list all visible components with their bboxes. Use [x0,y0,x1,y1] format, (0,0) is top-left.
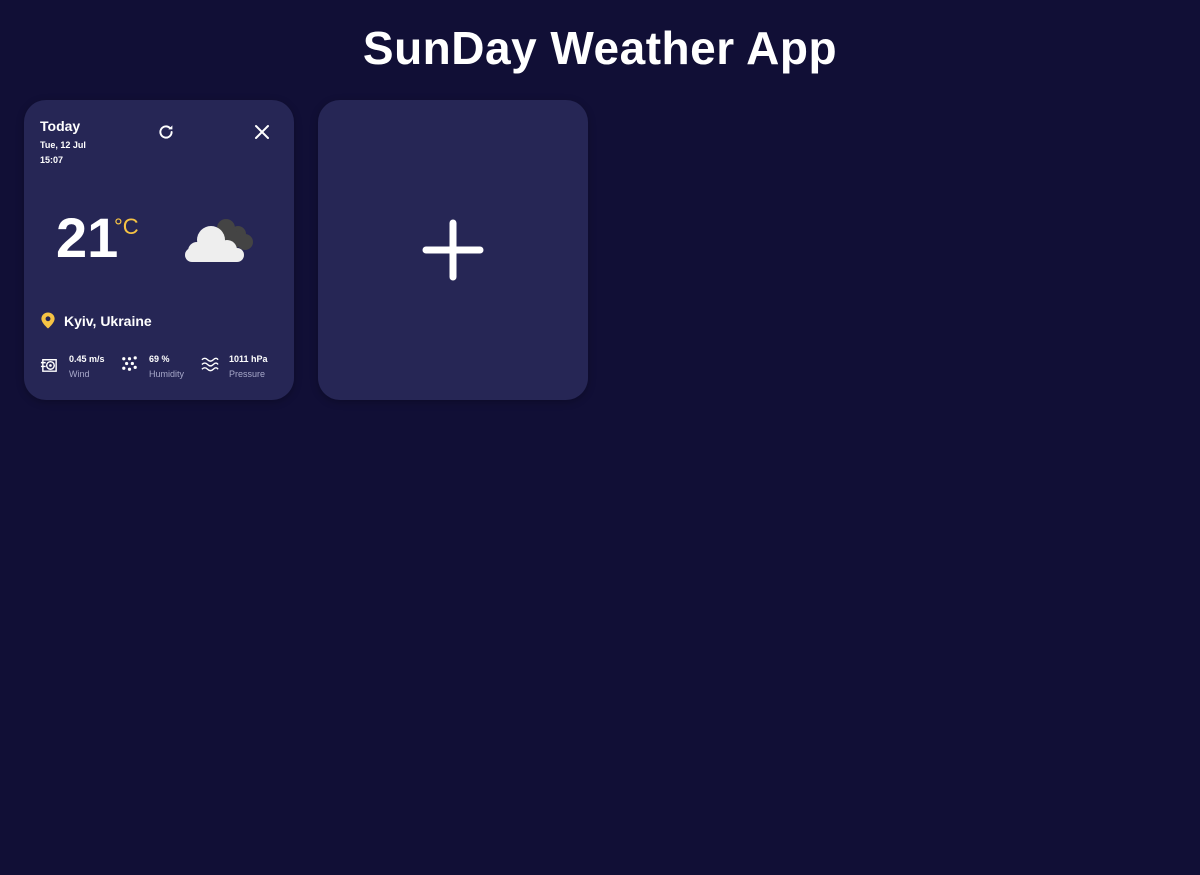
refresh-icon [159,125,173,139]
humidity-stat: 69 % Humidity [120,354,184,380]
cloud-icon [185,219,253,262]
wind-icon [40,359,57,372]
pressure-stat: 1011 hPa Pressure [200,354,268,380]
weather-card: Today Tue, 12 Jul 15:07 21 °C Kyiv, Ukra… [24,100,294,400]
app-title: SunDay Weather App [362,22,838,74]
location: Kyiv, Ukraine [40,312,152,329]
time-label: 15:07 [40,155,64,165]
wind-stat: 0.45 m/s Wind [40,354,105,380]
humidity-label: Humidity [149,369,185,379]
humidity-value: 69 % [149,354,170,364]
wind-label: Wind [69,369,90,379]
date-label: Tue, 12 Jul [40,140,86,150]
pressure-label: Pressure [229,369,266,379]
day-label: Today [40,118,81,134]
refresh-button[interactable] [156,122,176,142]
temperature-value: 21 [56,206,119,269]
location-label: Kyiv, Ukraine [64,312,152,329]
pressure-value: 1011 hPa [229,354,268,364]
wind-value: 0.45 m/s [69,354,105,364]
close-icon [255,125,269,139]
temperature-unit: °C [114,214,139,239]
pressure-icon [201,357,219,372]
plus-icon [422,219,484,281]
add-city-card[interactable] [318,100,588,400]
humidity-icon [122,356,137,371]
location-pin-icon [41,312,55,329]
close-button[interactable] [252,122,272,142]
